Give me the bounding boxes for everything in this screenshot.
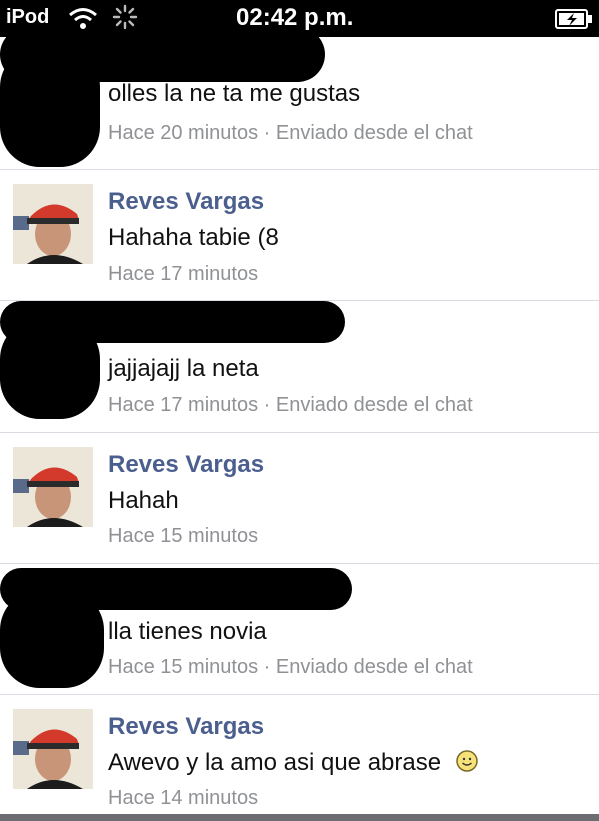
message-text: Hahah xyxy=(108,487,179,514)
redaction-mark xyxy=(0,319,100,419)
feed-item[interactable]: Reves Vargas Awevo y la amo asi que abra… xyxy=(0,695,599,821)
battery-charging-icon xyxy=(555,9,592,29)
sender-name[interactable]: Reves Vargas xyxy=(108,451,264,479)
profile-photo xyxy=(13,447,93,527)
message-meta: Hace 14 minutos xyxy=(108,787,259,809)
feed-item[interactable]: Reves Vargas Hahaha tabie (8 Hace 17 min… xyxy=(0,170,599,301)
avatar xyxy=(13,184,93,264)
message-text: Awevo y la amo asi que abrase xyxy=(108,749,442,776)
message-meta: Hace 15 minutos xyxy=(108,525,259,547)
avatar xyxy=(13,709,93,789)
device-name: iPod xyxy=(6,6,50,28)
avatar xyxy=(13,447,93,527)
message-text: jajjajajj la neta xyxy=(108,355,259,382)
chat-feed[interactable]: olles la ne ta me gustas Hace 20 minutos… xyxy=(0,37,599,821)
profile-photo xyxy=(13,184,93,264)
profile-photo xyxy=(13,709,93,789)
status-bar: iPod 02:42 p.m. xyxy=(0,0,599,37)
message-meta: Hace 17 minutos · Enviado desde el chat xyxy=(108,394,473,416)
feed-item[interactable]: lla tienes novia Hace 15 minutos · Envia… xyxy=(0,564,599,695)
message-meta: Hace 20 minutos · Enviado desde el chat xyxy=(108,122,473,144)
clock: 02:42 p.m. xyxy=(236,4,354,31)
feed-item[interactable]: jajjajajj la neta Hace 17 minutos · Envi… xyxy=(0,301,599,433)
wifi-icon xyxy=(69,8,97,29)
feed-item[interactable]: Reves Vargas Hahah Hace 15 minutos xyxy=(0,433,599,564)
smiley-icon xyxy=(456,750,478,772)
message-meta: Hace 15 minutos · Enviado desde el chat xyxy=(108,656,473,678)
activity-spinner-icon xyxy=(112,4,138,30)
message-meta: Hace 17 minutos xyxy=(108,263,259,285)
redaction-mark xyxy=(0,590,104,688)
sender-name[interactable]: Reves Vargas xyxy=(108,713,264,741)
sender-name[interactable]: Reves Vargas xyxy=(108,188,264,216)
list-bottom-edge xyxy=(0,814,599,821)
message-line: Awevo y la amo asi que abrase xyxy=(108,749,478,777)
message-text: Hahaha tabie (8 xyxy=(108,224,279,251)
feed-item[interactable]: olles la ne ta me gustas Hace 20 minutos… xyxy=(0,37,599,170)
message-text: olles la ne ta me gustas xyxy=(108,80,361,107)
message-text: lla tienes novia xyxy=(108,618,267,645)
redaction-mark xyxy=(0,47,100,167)
